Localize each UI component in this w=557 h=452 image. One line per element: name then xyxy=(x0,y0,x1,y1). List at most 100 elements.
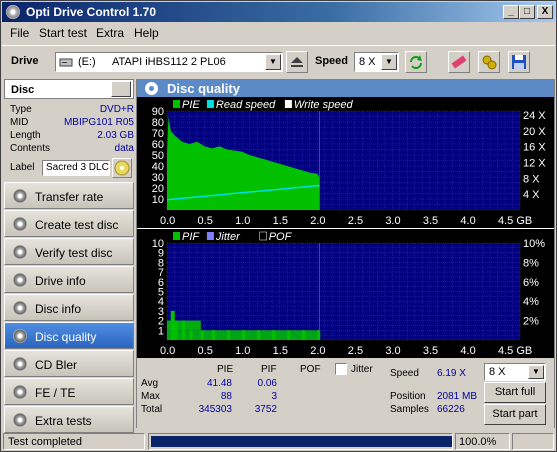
y-right-tick-label: 10% xyxy=(523,238,545,250)
save-button[interactable] xyxy=(508,51,530,73)
disc-icon xyxy=(13,301,27,315)
disc-row-contents: Contents data xyxy=(10,143,134,156)
total-pie-value: 345303 xyxy=(198,404,232,415)
speed-label: Speed xyxy=(315,55,349,67)
disc-quality-title: Disc quality xyxy=(167,81,240,96)
total-pif-value: 3752 xyxy=(254,404,277,415)
nav-verify-test-disc[interactable]: Verify test disc xyxy=(4,238,134,265)
chevron-down-icon[interactable]: ▼ xyxy=(265,54,281,70)
y-tick-label: 10 xyxy=(152,194,164,206)
y-right-tick-label: 4% xyxy=(523,296,539,308)
legend-label: PIE xyxy=(182,99,200,111)
legend-label: Jitter xyxy=(215,231,241,243)
toolbar: Drive (E:) ATAPI iHBS112 2 PL06 ▼ Speed … xyxy=(2,45,555,77)
drive-label: Drive xyxy=(11,55,39,67)
status-extra-panel xyxy=(512,433,554,450)
disc-icon xyxy=(13,245,27,259)
nav-cd-bler-label: CD Bler xyxy=(35,358,78,372)
menu-file[interactable]: File xyxy=(10,26,29,40)
disc-label-field[interactable]: Sacred 3 DLC xyxy=(42,160,110,176)
y-right-tick-label: 4 X xyxy=(523,189,540,201)
nav-fe-te[interactable]: FE / TE xyxy=(4,378,134,405)
max-label: Max xyxy=(141,391,160,402)
minimize-button[interactable]: _ xyxy=(503,5,519,19)
refresh-button[interactable] xyxy=(405,51,427,73)
y-right-tick-label: 8% xyxy=(523,257,539,269)
y-tick-label: 1 xyxy=(158,325,164,337)
nav-disc-info[interactable]: Disc info xyxy=(4,294,134,321)
legend-swatch xyxy=(206,232,214,240)
progress-bar xyxy=(148,433,453,450)
menu-help[interactable]: Help xyxy=(134,26,159,40)
progress-label: 100.0% xyxy=(459,436,497,448)
drive-icon xyxy=(59,58,73,67)
menu-extra[interactable]: Extra xyxy=(96,26,124,40)
menu-bar: File Start test Extra Help xyxy=(2,23,555,42)
nav-drive-info-label: Drive info xyxy=(35,274,86,288)
nav-drive-info[interactable]: Drive info xyxy=(4,266,134,293)
settings-button[interactable] xyxy=(478,51,500,73)
drive-value: ATAPI iHBS112 2 PL06 xyxy=(112,56,226,68)
chevron-down-icon[interactable]: ▼ xyxy=(381,54,397,70)
status-bar: Test completed 100.0% xyxy=(2,432,555,451)
close-button[interactable]: X xyxy=(537,5,553,19)
nav-disc-quality[interactable]: Disc quality xyxy=(4,322,134,349)
disc-icon xyxy=(13,385,27,399)
nav-disc-quality-label: Disc quality xyxy=(35,330,97,344)
x-tick-label: 2.0 xyxy=(310,215,325,227)
settings-icon xyxy=(482,55,497,70)
speed-select[interactable]: 8 X ▼ xyxy=(354,52,399,72)
label-refresh-button[interactable] xyxy=(112,158,132,178)
nav-disc-info-label: Disc info xyxy=(35,302,82,316)
stats-head-pie: PIE xyxy=(217,364,234,375)
x-tick-label: 4.0 xyxy=(460,345,475,357)
position-label: Position xyxy=(390,391,426,402)
drive-letter: (E:) xyxy=(78,56,96,68)
drive-select[interactable]: (E:) ATAPI iHBS112 2 PL06 ▼ xyxy=(55,52,283,72)
test-speed-select[interactable]: 8 X ▼ xyxy=(484,363,546,381)
legend-label: Read speed xyxy=(216,99,276,111)
x-tick-label: 4.5 GB xyxy=(498,215,532,227)
legend-swatch xyxy=(206,100,214,108)
nav-transfer-rate-label: Transfer rate xyxy=(35,190,104,204)
disc-quality-panel: Disc quality 90 80 70 60 50 40 30 20 10 24 X 20 X1… xyxy=(136,79,555,428)
x-tick-label: 3.0 xyxy=(385,215,400,227)
disc-contents-value: data xyxy=(114,143,134,154)
x-tick-label: 1.0 xyxy=(235,215,250,227)
disc-row-length: Length 2.03 GB xyxy=(10,130,134,143)
nav-create-test-disc[interactable]: Create test disc xyxy=(4,210,134,237)
legend-label: PIF xyxy=(182,231,200,243)
disc-icon xyxy=(13,329,27,343)
nav-extra-tests-label: Extra tests xyxy=(35,414,92,428)
disc-panel-title: Disc xyxy=(11,84,35,96)
maximize-button[interactable]: □ xyxy=(519,5,535,19)
y-right-tick-label: 2% xyxy=(523,316,539,328)
total-label: Total xyxy=(141,404,163,415)
disc-panel-toggle[interactable] xyxy=(111,81,131,97)
disc-length-key: Length xyxy=(10,130,41,141)
nav-extra-tests[interactable]: Extra tests xyxy=(4,406,134,433)
disc-mid-key: MID xyxy=(10,117,29,128)
position-value: 2081 MB xyxy=(437,391,478,402)
eject-button[interactable] xyxy=(286,51,308,73)
disc-label-key: Label xyxy=(10,162,35,173)
save-icon xyxy=(512,55,526,69)
y-right-tick-label: 24 X xyxy=(523,110,546,122)
nav-cd-bler[interactable]: CD Bler xyxy=(4,350,134,377)
menu-start-test[interactable]: Start test xyxy=(39,26,87,40)
stats-head-pif: PIF xyxy=(261,364,277,375)
nav-transfer-rate[interactable]: Transfer rate xyxy=(4,182,134,209)
chevron-down-icon[interactable]: ▼ xyxy=(528,365,544,379)
legend-label: POF xyxy=(269,231,293,243)
stats-panel: PIE PIF POF Jitter Avg Max Total 41.48 0… xyxy=(137,358,554,428)
x-tick-label: 1.0 xyxy=(235,345,250,357)
start-full-button[interactable]: Start full xyxy=(484,382,546,403)
test-speed-value: 8 X xyxy=(489,366,506,378)
nav-create-test-disc-label: Create test disc xyxy=(35,218,119,232)
disc-quality-icon xyxy=(145,82,158,95)
speed-select-value: 8 X xyxy=(359,56,376,68)
jitter-checkbox[interactable] xyxy=(335,363,347,375)
start-part-button[interactable]: Start part xyxy=(484,404,546,425)
erase-button[interactable] xyxy=(448,51,470,73)
disc-icon xyxy=(13,413,27,427)
